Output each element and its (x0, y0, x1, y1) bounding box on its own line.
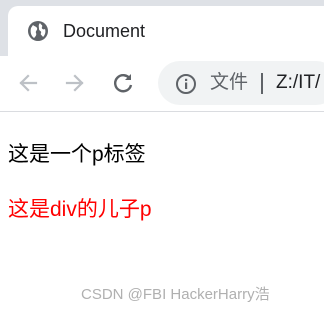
p-paragraph: 这是一个p标签 (8, 143, 146, 166)
forward-button[interactable] (60, 68, 90, 98)
info-icon[interactable] (175, 73, 197, 95)
tab-title: Document (63, 21, 146, 41)
watermark: CSDN @FBI HackerHarry浩 (81, 286, 270, 303)
back-button[interactable] (13, 68, 43, 98)
browser-toolbar: 文件 Z:/IT/ (0, 56, 324, 112)
security-label[interactable]: 文件 (210, 71, 248, 95)
reload-icon (114, 74, 133, 93)
tab-strip: Document (0, 0, 324, 56)
arrow-right-icon (65, 74, 84, 92)
globe-icon (27, 20, 49, 42)
url-text[interactable]: Z:/IT/ (276, 71, 320, 95)
div-child-paragraph: 这是div的儿子p (8, 198, 152, 221)
address-bar[interactable]: 文件 Z:/IT/ (158, 61, 324, 105)
separator (261, 73, 263, 94)
reload-button[interactable] (108, 68, 138, 98)
tab-document[interactable]: Document (8, 6, 324, 56)
arrow-left-icon (19, 74, 38, 92)
